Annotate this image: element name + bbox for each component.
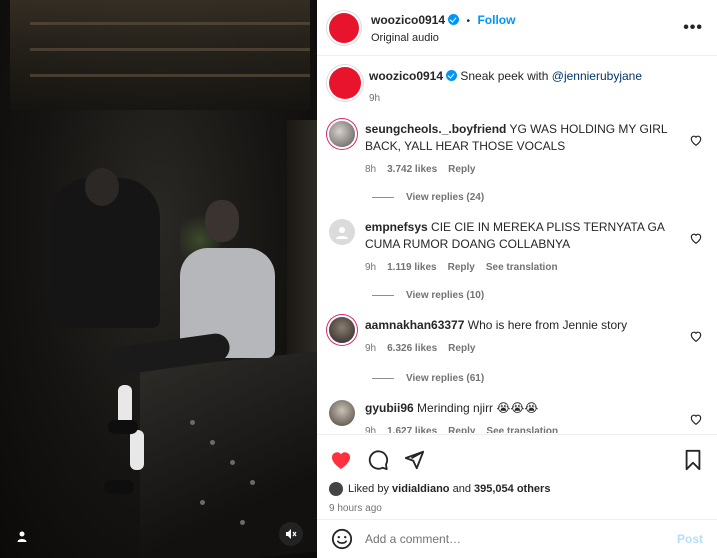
reply-button[interactable]: Reply [448,161,475,178]
bookmark-icon[interactable] [683,449,703,471]
comment-item: seungcheols._.boyfriend YG WAS HOLDING M… [329,121,703,178]
heart-outline-icon[interactable] [689,231,703,245]
caption-mention[interactable]: @jennierubyjane [552,69,642,83]
caption-username[interactable]: woozico0914 [369,69,443,83]
comment-likes[interactable]: 1.627 likes [387,423,437,433]
liker-username[interactable]: vidialdiano [392,483,449,495]
comment-time: 9h [365,262,377,273]
studio-ceiling [10,0,310,110]
comment-likes[interactable]: 3.742 likes [387,161,437,178]
likes-count-button[interactable]: 395,054 others [474,483,550,495]
ceiling-rail [30,22,310,25]
caption-time: 9h [369,93,381,104]
post-sidebar: woozico0914 • Follow Original audio ••• … [317,0,717,558]
comment-input[interactable] [365,532,677,546]
speaker-muted-icon[interactable] [279,522,303,546]
view-replies-button[interactable]: View replies (61) [372,373,703,384]
view-replies-button[interactable]: View replies (10) [372,290,703,301]
view-replies-label: View replies (61) [406,373,485,384]
commenter-username[interactable]: gyubii96 [365,401,414,415]
sock [118,385,132,425]
console-knob [200,500,205,505]
commenter-username[interactable]: empnefsys [365,220,428,234]
original-audio-link[interactable]: Original audio [371,32,683,44]
console-knob [230,460,235,465]
replies-line [372,197,394,198]
heart-outline-icon[interactable] [689,329,703,343]
view-replies-label: View replies (24) [406,192,485,203]
liked-by-and: and [452,483,471,495]
emoji-icon[interactable] [331,528,353,550]
heart-outline-icon[interactable] [689,412,703,426]
commenter-avatar[interactable] [329,317,355,343]
commenter-avatar[interactable] [329,400,355,426]
view-replies-label: View replies (10) [406,290,485,301]
share-send-icon[interactable] [403,449,425,471]
comment-likes[interactable]: 1.119 likes [387,259,437,276]
verified-badge-icon [448,14,460,25]
sock [130,430,144,470]
comment-time: 9h [365,343,377,354]
replies-line [372,378,394,379]
reply-button[interactable]: Reply [448,340,475,357]
action-bar [329,443,703,477]
comments-list[interactable]: woozico0914 Sneak peek with @jennierubyj… [317,57,717,433]
author-avatar[interactable] [329,12,359,43]
liked-by: Liked by vidialdiano and 395,054 others [329,482,703,496]
commenter-avatar[interactable] [329,121,355,147]
view-replies-button[interactable]: View replies (24) [372,192,703,203]
post-actions: Liked by vidialdiano and 395,054 others … [317,434,717,514]
reel-video[interactable] [0,0,317,558]
post-comment-button[interactable]: Post [677,532,703,546]
post-header: woozico0914 • Follow Original audio ••• [317,0,717,56]
comment-time: 8h [365,164,377,175]
commenter-username[interactable]: seungcheols._.boyfriend [365,122,506,136]
ceiling-rail [30,74,310,77]
console-knob [250,480,255,485]
comment-text: Who is here from Jennie story [467,318,628,332]
comment-item: gyubii96 Merinding njirr 😭😭😭 9h 1.627 li… [329,400,703,433]
caption: woozico0914 Sneak peek with @jennierubyj… [329,67,703,107]
shoe [104,480,134,494]
ceiling-rail [30,48,310,51]
person-left-head [85,168,119,206]
author-info: woozico0914 • Follow Original audio [371,11,683,44]
separator-dot: • [466,16,470,27]
heart-outline-icon[interactable] [689,133,703,147]
console-knob [240,520,245,525]
author-username[interactable]: woozico0914 [371,13,445,27]
person-icon[interactable] [12,526,32,546]
comment-likes[interactable]: 6.326 likes [387,340,437,357]
shoe [108,420,138,434]
comment-time: 9h [365,426,377,433]
console-knob [190,420,195,425]
see-translation-button[interactable]: See translation [486,259,558,276]
comment-text: Merinding njirr 😭😭😭 [417,401,539,415]
verified-badge-icon [446,70,458,81]
console-knob [210,440,215,445]
follow-button[interactable]: Follow [477,13,515,27]
author-avatar[interactable] [329,67,361,99]
liker-avatar[interactable] [329,482,343,496]
person-right-head [205,200,239,242]
see-translation-button[interactable]: See translation [486,423,558,433]
post-timestamp[interactable]: 9 hours ago [329,503,703,514]
replies-line [372,295,394,296]
comment-bubble-icon[interactable] [367,449,389,471]
liked-by-prefix: Liked by [348,483,389,495]
add-comment-bar: Post [317,519,717,558]
comment-item: empnefsys CIE CIE IN MEREKA PLISS TERNYA… [329,219,703,276]
caption-text: Sneak peek with [460,69,552,83]
more-options-icon[interactable]: ••• [683,19,703,37]
default-avatar-icon [336,227,348,239]
reply-button[interactable]: Reply [448,423,475,433]
comment-item: aamnakhan63377 Who is here from Jennie s… [329,317,703,357]
commenter-avatar[interactable] [329,219,355,245]
like-heart-filled-icon[interactable] [329,448,353,472]
commenter-username[interactable]: aamnakhan63377 [365,318,464,332]
reply-button[interactable]: Reply [448,259,475,276]
